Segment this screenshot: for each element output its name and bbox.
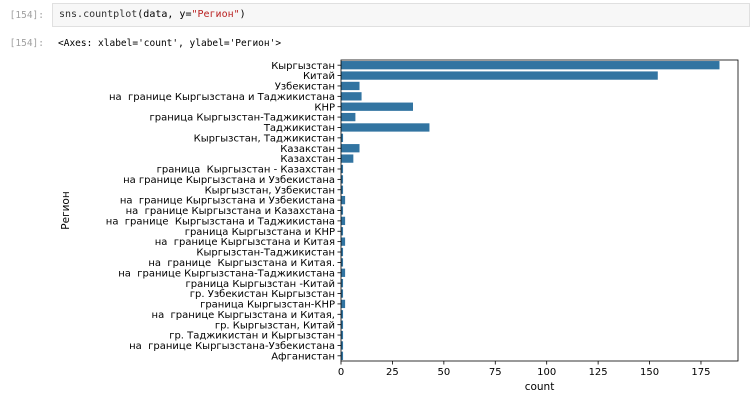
y-tick-label: граница Кыргызстана и КНР bbox=[185, 227, 335, 238]
y-tick-label: на границе Кыргызстана и Узбекистана bbox=[120, 196, 335, 207]
x-tick-label: 0 bbox=[338, 367, 344, 378]
bar bbox=[341, 237, 346, 246]
y-tick-label: граница Кыргызстан-КНР bbox=[200, 300, 335, 311]
x-axis-label: count bbox=[525, 381, 555, 393]
bar bbox=[341, 112, 356, 122]
y-tick-label: Афганистан bbox=[271, 351, 335, 362]
y-tick-label: Кыргызстан bbox=[271, 61, 335, 72]
bar bbox=[341, 299, 346, 309]
bar bbox=[341, 81, 360, 91]
y-tick-label: гр. Узбекистан Кыргызстан bbox=[190, 289, 335, 300]
y-tick-label: граница Кыргызстан-Таджикистан bbox=[150, 113, 335, 124]
y-tick-label: на границе Кыргызстана и Китая. bbox=[148, 258, 335, 269]
y-tick-label: на границе Кыргызстана-Узбекистана bbox=[129, 341, 335, 352]
bar bbox=[341, 92, 362, 101]
y-tick-label: на границе Кыргызстана-Таджикистана bbox=[118, 268, 335, 279]
y-tick-label: на границе Кыргызстана и Китая bbox=[155, 237, 335, 248]
x-tick-label: 100 bbox=[537, 367, 556, 378]
y-tick-label: на границе Кыргызстана и Казахстана bbox=[126, 206, 335, 217]
x-tick-label: 150 bbox=[640, 367, 659, 378]
y-tick-label: гр. Таджикистан и Кыргызстан bbox=[169, 331, 335, 342]
y-tick-label: гр. Кыргызстан, Китай bbox=[215, 320, 335, 331]
countplot-chart: КыргызстанКитайУзбекистанна границе Кырг… bbox=[60, 59, 739, 393]
y-tick-label: Казакстан bbox=[280, 144, 335, 155]
y-tick-label: Таджикистан bbox=[263, 123, 335, 134]
y-tick-label: граница Кыргызстан -Китай bbox=[185, 279, 335, 290]
bar bbox=[341, 144, 360, 153]
bar bbox=[341, 123, 430, 132]
x-tick-label: 25 bbox=[386, 367, 399, 378]
bar bbox=[341, 195, 346, 205]
y-tick-label: Казахстан bbox=[280, 154, 335, 165]
bar bbox=[341, 154, 354, 163]
y-tick-label: Кыргызстан-Таджикистан bbox=[196, 248, 335, 259]
bar bbox=[341, 216, 346, 226]
y-tick-label: на границе Кыргызстана и Китая, bbox=[152, 310, 335, 321]
y-tick-label: граница Кыргызстан - Казахстан bbox=[157, 165, 335, 176]
bar bbox=[341, 71, 658, 80]
y-tick-label: Узбекистан bbox=[275, 82, 335, 93]
bar bbox=[341, 61, 720, 70]
x-tick-label: 50 bbox=[437, 367, 450, 378]
x-tick-label: 75 bbox=[489, 367, 502, 378]
bar bbox=[341, 268, 346, 277]
y-tick-label: Китай bbox=[303, 71, 335, 82]
y-tick-label: КНР bbox=[314, 102, 335, 113]
y-tick-label: Кыргызстан, Таджикистан bbox=[194, 133, 335, 144]
x-tick-label: 175 bbox=[691, 367, 710, 378]
y-tick-label: на границе Кыргызстана и Таджикистана bbox=[109, 92, 335, 103]
y-tick-label: на границе Кыргызстана и Таджикистана bbox=[106, 216, 335, 227]
bar bbox=[341, 102, 413, 111]
x-tick-label: 125 bbox=[589, 367, 608, 378]
y-tick-label: на границе Кыргызстана и Узбекистана bbox=[123, 175, 335, 186]
y-tick-label: Кыргызстан, Узбекистан bbox=[205, 185, 335, 196]
y-axis-label: Регион bbox=[60, 191, 72, 229]
